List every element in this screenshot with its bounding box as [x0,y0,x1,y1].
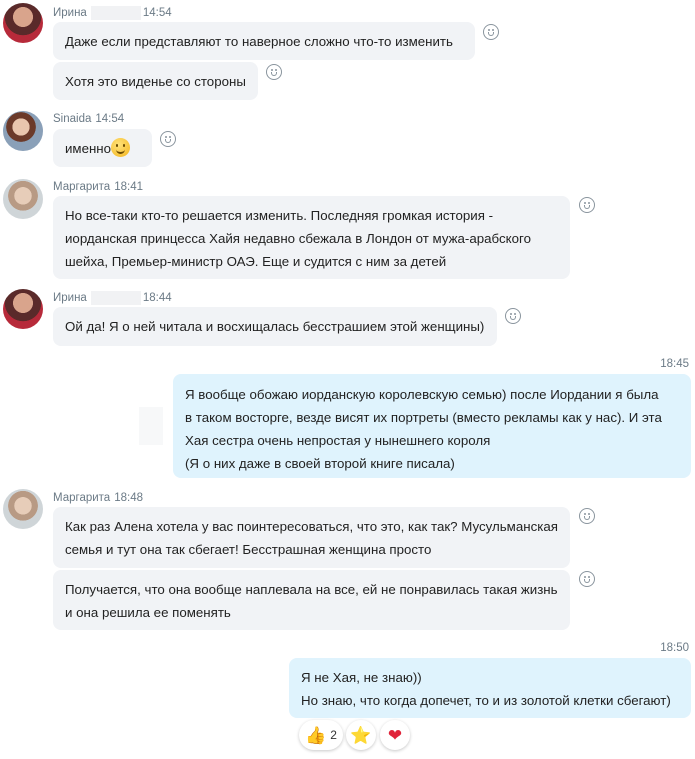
avatar-irina[interactable] [3,289,43,329]
sender-name[interactable]: Маргарита [53,181,110,193]
sender-name[interactable]: Ирина [53,7,87,19]
message-line: иорданская принцесса Хайя недавно сбежал… [65,231,531,246]
message-text: Хотя это виденье со стороны [65,74,246,89]
message-meta: Маргарита 18:48 [53,492,143,504]
sender-name[interactable]: Ирина [53,292,87,304]
avatar-irina[interactable] [3,3,43,43]
star-icon: ⭐ [350,725,372,745]
message-bubble[interactable]: Ой да! Я о ней читала и восхищалась бесс… [53,307,497,346]
message-text: именно [65,141,112,156]
sender-name[interactable]: Sinaida [53,113,91,125]
message-line: Но все-таки кто-то решается изменить. По… [65,208,494,223]
message-line: в таком восторге, везде висят их портрет… [185,410,662,425]
message-line: Хая сестра очень непростая у нынешнего к… [185,433,491,448]
message-line: шейха, Премьер-министр ОАЭ. Еще и судитс… [65,254,447,269]
add-reaction-icon[interactable] [266,64,282,80]
smiley-emoji-icon [111,138,131,157]
message-line: Я вообще обожаю иорданскую королевскую с… [185,387,659,402]
message-bubble[interactable]: Но все-таки кто-то решается изменить. По… [53,196,570,279]
add-reaction-icon[interactable] [483,24,499,40]
message-line: Как раз Алена хотела у вас поинтересоват… [65,519,558,534]
avatar-sinaida[interactable] [3,111,43,151]
message-text: Даже если представляют то наверное сложн… [65,34,453,49]
reaction-thumbs-up[interactable]: 👍 2 [299,720,343,750]
add-reaction-icon[interactable] [579,197,595,213]
message-meta: Sinaida 14:54 [53,113,124,125]
redacted-area [90,291,141,305]
message-time: 18:50 [660,642,689,654]
add-reaction-icon[interactable] [579,508,595,524]
outgoing-message-bubble[interactable]: Я вообще обожаю иорданскую королевскую с… [173,374,691,478]
message-bubble[interactable]: Даже если представляют то наверное сложн… [53,22,475,60]
message-bubble[interactable]: именно [53,129,152,167]
message-bubble[interactable]: Как раз Алена хотела у вас поинтересоват… [53,507,570,568]
message-time: 18:41 [114,181,143,193]
message-bubble[interactable]: Хотя это виденье со стороны [53,62,258,100]
message-time: 18:45 [660,358,689,370]
heart-icon: ❤ [387,725,403,745]
message-line: Но знаю, что когда допечет, то и из золо… [301,693,671,708]
message-text: Ой да! Я о ней читала и восхищалась бесс… [65,319,485,334]
reaction-heart[interactable]: ❤ [380,720,410,750]
message-line: Я не Хая, не знаю)) [301,670,422,685]
message-time: 14:54 [95,113,125,125]
message-meta: Ирина 14:54 [53,6,172,20]
add-reaction-icon[interactable] [505,308,521,324]
add-reaction-icon[interactable] [579,571,595,587]
faded-placeholder [139,407,163,445]
add-reaction-icon[interactable] [160,131,176,147]
message-time: 14:54 [142,7,172,20]
reaction-count: 2 [330,728,337,742]
message-meta: Маргарита 18:41 [53,181,143,193]
message-line: семья и тут она так сбегает! Бесстрашная… [65,542,432,557]
message-line: Получается, что она вообще наплевала на … [65,582,558,597]
message-line: и она решила ее поменять [65,605,231,620]
avatar-margarita[interactable] [3,489,43,529]
message-line: (Я о них даже в своей второй книге писал… [185,456,455,471]
outgoing-message-bubble[interactable]: Я не Хая, не знаю)) Но знаю, что когда д… [289,658,691,718]
avatar-margarita[interactable] [3,179,43,219]
redacted-area [90,6,141,20]
message-bubble[interactable]: Получается, что она вообще наплевала на … [53,570,570,630]
thumbs-up-icon: 👍 [305,725,327,745]
message-meta: Ирина 18:44 [53,291,172,305]
reaction-star[interactable]: ⭐ [346,720,376,750]
message-time: 18:44 [142,292,172,305]
sender-name[interactable]: Маргарита [53,492,110,504]
message-time: 18:48 [114,492,143,504]
